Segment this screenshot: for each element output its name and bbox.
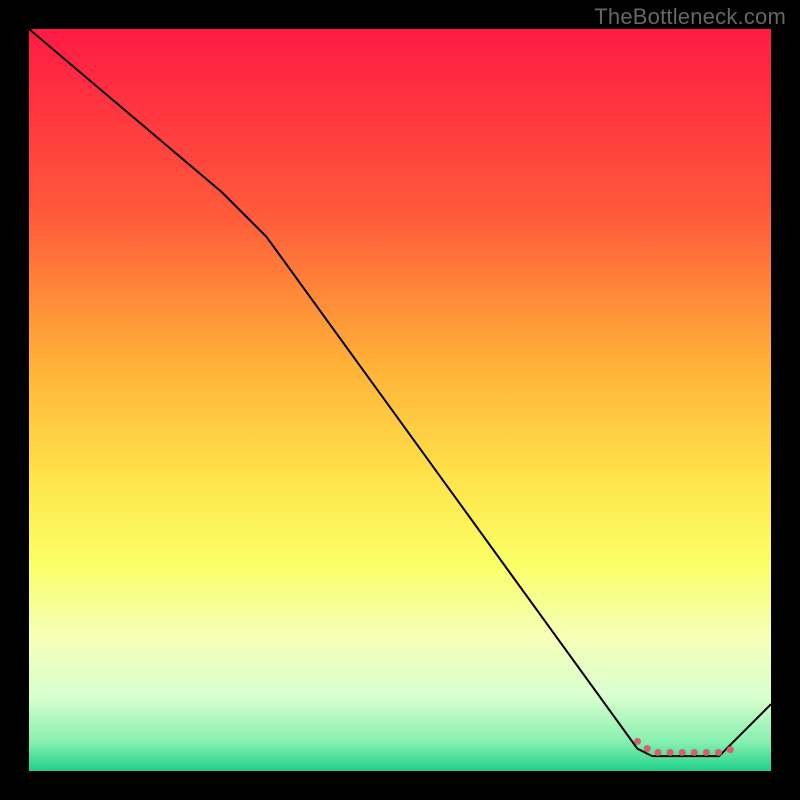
chart-frame: TheBottleneck.com [0, 0, 800, 800]
chart-svg [29, 29, 771, 771]
plot-area [29, 29, 771, 771]
gradient-background [29, 29, 771, 771]
watermark-text: TheBottleneck.com [594, 4, 786, 30]
